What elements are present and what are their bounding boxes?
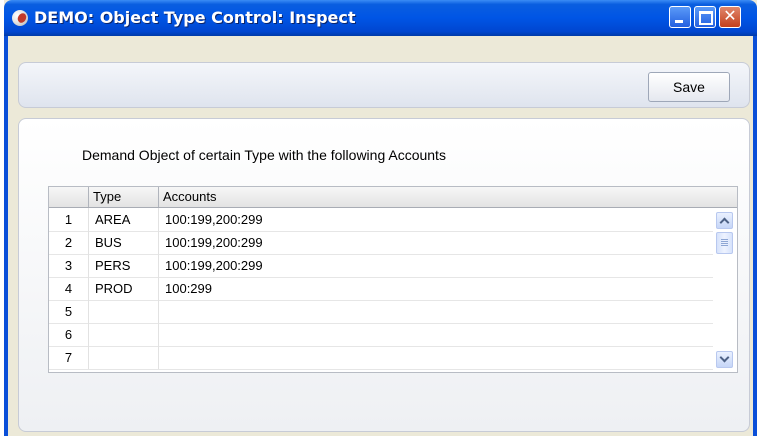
row-number: 3: [49, 254, 89, 277]
row-number: 1: [49, 208, 89, 231]
toolbar: [18, 62, 750, 108]
accounts-cell[interactable]: [159, 300, 713, 323]
row-number: 5: [49, 300, 89, 323]
scroll-down-button[interactable]: [716, 351, 733, 368]
minimize-button[interactable]: [669, 6, 691, 28]
table-row[interactable]: 4 PROD 100:299: [49, 277, 713, 301]
accounts-cell[interactable]: 100:199,200:299: [159, 208, 713, 231]
table-row[interactable]: 7: [49, 346, 713, 370]
accounts-cell[interactable]: 100:199,200:299: [159, 254, 713, 277]
scroll-thumb[interactable]: [716, 232, 733, 254]
table-row[interactable]: 1 AREA 100:199,200:299: [49, 208, 713, 232]
window-title: DEMO: Object Type Control: Inspect: [34, 8, 356, 27]
close-button[interactable]: ✕: [719, 6, 741, 28]
accounts-cell[interactable]: [159, 323, 713, 346]
accounts-table: Type Accounts 1 AREA 100:199,200:299 2 B…: [48, 186, 738, 373]
type-cell[interactable]: BUS: [89, 231, 159, 254]
row-number: 7: [49, 346, 89, 369]
table-header: Type Accounts: [49, 187, 737, 208]
title-bar[interactable]: DEMO: Object Type Control: Inspect ✕: [4, 0, 757, 36]
row-number: 2: [49, 231, 89, 254]
window-border-left: [4, 36, 8, 436]
accounts-cell[interactable]: [159, 346, 713, 369]
table-row[interactable]: 3 PERS 100:199,200:299: [49, 254, 713, 278]
row-number: 4: [49, 277, 89, 300]
close-icon: ✕: [723, 6, 737, 25]
column-header-type[interactable]: Type: [89, 187, 159, 207]
type-cell[interactable]: [89, 346, 159, 369]
accounts-cell[interactable]: 100:199,200:299: [159, 231, 713, 254]
window-border-right: [753, 36, 757, 436]
column-header-accounts[interactable]: Accounts: [159, 187, 737, 207]
type-cell[interactable]: PERS: [89, 254, 159, 277]
scroll-up-button[interactable]: [716, 212, 733, 229]
type-cell[interactable]: PROD: [89, 277, 159, 300]
row-number: 6: [49, 323, 89, 346]
section-heading: Demand Object of certain Type with the f…: [82, 147, 446, 163]
type-cell[interactable]: AREA: [89, 208, 159, 231]
accounts-cell[interactable]: 100:299: [159, 277, 713, 300]
table-row[interactable]: 6: [49, 323, 713, 347]
maximize-button[interactable]: [694, 6, 716, 28]
vertical-scrollbar[interactable]: [713, 208, 737, 372]
type-cell[interactable]: [89, 323, 159, 346]
type-cell[interactable]: [89, 300, 159, 323]
app-logo-icon: [12, 10, 28, 26]
column-header-row-number[interactable]: [49, 187, 89, 207]
save-button[interactable]: Save: [648, 72, 730, 102]
table-row[interactable]: 2 BUS 100:199,200:299: [49, 231, 713, 255]
table-row[interactable]: 5: [49, 300, 713, 324]
